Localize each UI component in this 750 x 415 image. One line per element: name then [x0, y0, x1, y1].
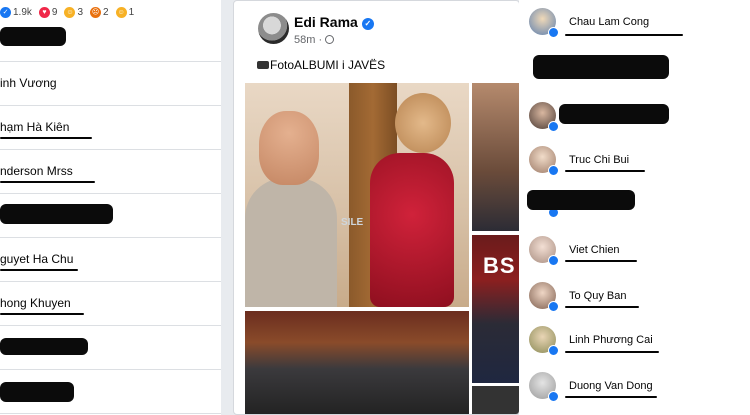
like-reaction-icon: ✓: [0, 6, 11, 18]
photo-audience[interactable]: [245, 311, 469, 414]
pen-underline: [0, 313, 84, 315]
list-item-name[interactable]: Chau Lam Cong: [569, 16, 649, 28]
pen-underline: [0, 181, 95, 183]
pen-underline: [565, 351, 659, 353]
list-item-name[interactable]: hạm Hà Kiên: [0, 120, 69, 134]
list-item-name[interactable]: Viet Chien: [569, 244, 620, 256]
list-item-redacted[interactable]: [0, 18, 221, 62]
list-item[interactable]: Truc Chi Bui: [519, 138, 750, 182]
list-item-name[interactable]: Truc Chi Bui: [569, 154, 629, 166]
list-item-redacted[interactable]: [0, 326, 221, 370]
facebook-post: Edi Rama ✓ 58m · FotoALBUMI i JAVËS SILE …: [233, 0, 520, 415]
pen-underline: [565, 260, 637, 262]
list-item[interactable]: hạm Hà Kiên: [0, 106, 221, 150]
reactions-list-right: Chau Lam Cong Truc Chi Bui Viet Chien To…: [519, 0, 750, 415]
redaction-mark: [0, 338, 88, 355]
list-item-redacted[interactable]: [0, 370, 221, 414]
list-item[interactable]: Duong Van Dong: [519, 364, 750, 408]
like-reaction-icon: [548, 255, 559, 266]
sign-text: SILE: [341, 217, 364, 228]
like-reaction[interactable]: ✓ 1.9k: [0, 6, 32, 18]
haha-reaction-icon: ☺: [115, 6, 127, 18]
like-reaction-icon: [548, 165, 559, 176]
post-meta: 58m ·: [294, 34, 335, 46]
list-item-name[interactable]: hong Khuyen: [0, 296, 71, 310]
photo-kiss-hand[interactable]: SILE: [245, 83, 469, 307]
verified-badge-icon: ✓: [361, 18, 374, 30]
haha-count: 1: [128, 6, 135, 18]
girl-red-dress: [370, 153, 454, 307]
like-reaction-icon: [548, 301, 559, 312]
list-item-redacted[interactable]: [519, 48, 750, 92]
love-count: 9: [51, 6, 58, 18]
man-head: [259, 111, 319, 185]
redaction-mark: [0, 27, 66, 46]
redaction-mark: [0, 204, 113, 224]
like-count: 1.9k: [13, 6, 32, 18]
like-reaction-icon: [548, 121, 559, 132]
list-item[interactable]: hong Khuyen: [0, 282, 221, 326]
angry-reaction-icon: ☹: [90, 6, 102, 18]
list-item[interactable]: Viet Chien: [519, 228, 750, 272]
list-item-name[interactable]: Linh Phương Cai: [569, 334, 653, 346]
angry-count: 2: [103, 6, 109, 18]
care-reaction-icon: ☺: [64, 6, 76, 18]
haha-reaction[interactable]: ☺ 1: [115, 6, 135, 18]
like-reaction-icon: [548, 345, 559, 356]
globe-icon: [325, 35, 335, 44]
author-name[interactable]: Edi Rama: [294, 14, 358, 30]
list-item-name[interactable]: Duong Van Dong: [569, 380, 653, 392]
post-caption: FotoALBUMI i JAVËS: [257, 58, 385, 72]
redaction-mark: [527, 190, 635, 210]
photo-thumbnail[interactable]: [472, 83, 519, 231]
photo-thumbnail[interactable]: [472, 386, 519, 414]
camera-icon: [257, 61, 269, 69]
list-item[interactable]: Chau Lam Cong: [519, 0, 750, 44]
list-item[interactable]: guyet Ha Chu: [0, 238, 221, 282]
pen-underline: [565, 170, 645, 172]
like-reaction-icon: [548, 391, 559, 402]
pen-underline: [565, 306, 639, 308]
post-time[interactable]: 58m: [294, 34, 315, 46]
pen-underline: [0, 269, 78, 271]
list-item-name[interactable]: To Quy Ban: [569, 290, 626, 302]
like-reaction-icon: [548, 27, 559, 38]
list-item-redacted[interactable]: [519, 94, 750, 138]
list-item-name[interactable]: guyet Ha Chu: [0, 252, 73, 266]
list-item[interactable]: inh Vương: [0, 62, 221, 106]
love-reaction-icon: ♥: [38, 6, 50, 18]
list-item[interactable]: To Quy Ban: [519, 274, 750, 318]
pen-underline: [565, 34, 683, 36]
girl-hair: [395, 93, 451, 153]
care-count: 3: [77, 6, 84, 18]
list-item-redacted[interactable]: [0, 194, 221, 238]
list-item[interactable]: nderson Mrss: [0, 150, 221, 194]
pen-underline: [0, 137, 92, 139]
redaction-mark: [533, 55, 669, 79]
list-item-redacted[interactable]: [519, 180, 750, 224]
dot-separator: ·: [318, 34, 323, 46]
redaction-mark: [0, 382, 74, 402]
redaction-mark: [559, 104, 669, 124]
list-item-name[interactable]: inh Vương: [0, 76, 57, 90]
pen-underline: [565, 396, 657, 398]
author-avatar[interactable]: [258, 13, 289, 44]
list-item[interactable]: Linh Phương Cai: [519, 318, 750, 362]
love-reaction[interactable]: ♥ 9: [38, 6, 58, 18]
angry-reaction[interactable]: ☹ 2: [90, 6, 109, 18]
post-author[interactable]: Edi Rama ✓: [294, 14, 374, 30]
care-reaction[interactable]: ☺ 3: [64, 6, 84, 18]
man-figure: [245, 178, 337, 307]
caption-text: FotoALBUMI i JAVËS: [270, 58, 386, 72]
list-item-name[interactable]: nderson Mrss: [0, 164, 73, 178]
reactions-list-left: ✓ 1.9k ♥ 9 ☺ 3 ☹ 2 ☺ 1 inh Vương hạm Hà …: [0, 0, 221, 415]
banner-text: BS: [483, 253, 516, 278]
